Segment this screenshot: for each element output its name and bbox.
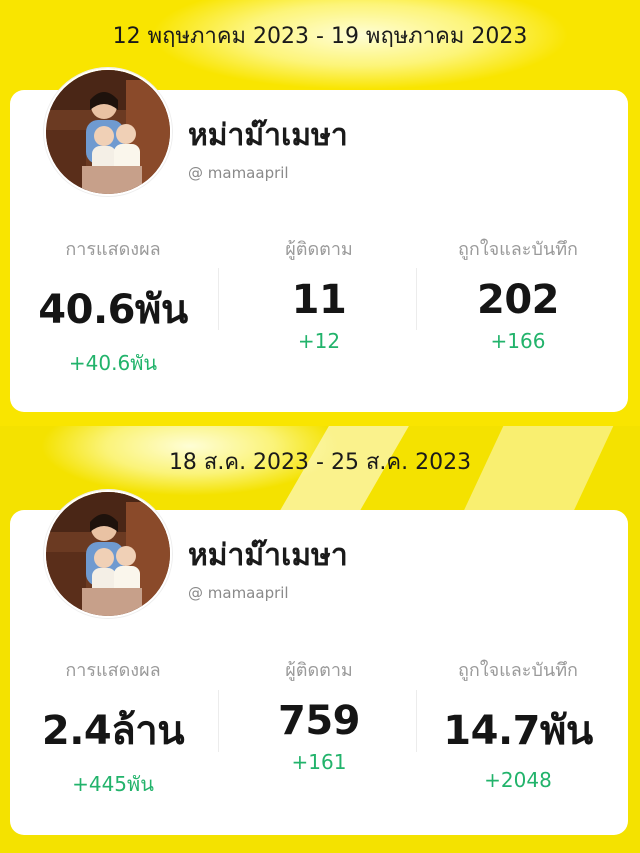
profile-stats-card: หม่าม๊าเมษา @ mamaapril การแสดงผล 2.4ล้า… bbox=[10, 490, 628, 835]
stat-value: 11 bbox=[291, 277, 347, 323]
avatar-photo-icon bbox=[46, 70, 170, 194]
profile-name: หม่าม๊าเมษา bbox=[188, 118, 348, 153]
date-range-title: 12 พฤษภาคม 2023 - 19 พฤษภาคม 2023 bbox=[112, 24, 528, 49]
stat-label: ผู้ติดตาม bbox=[285, 239, 353, 260]
stat-label: ถูกใจและบันทึก bbox=[458, 239, 578, 260]
stat-delta: +2048 bbox=[484, 768, 552, 792]
stat-delta: +161 bbox=[291, 750, 347, 774]
stat-followers: ผู้ติดตาม 11 +12 bbox=[216, 234, 422, 353]
stat-value: 759 bbox=[278, 698, 361, 744]
profile-stats-card: หม่าม๊าเมษา @ mamaapril การแสดงผล 40.6พั… bbox=[10, 68, 628, 412]
stat-value: 40.6พัน bbox=[38, 287, 188, 333]
stat-impressions: การแสดงผล 40.6พัน +40.6พัน bbox=[10, 234, 216, 379]
date-range-title: 18 ส.ค. 2023 - 25 ส.ค. 2023 bbox=[168, 450, 472, 475]
stat-label: ถูกใจและบันทึก bbox=[458, 660, 578, 681]
stat-delta: +445พัน bbox=[72, 772, 154, 796]
profile-avatar[interactable] bbox=[44, 490, 172, 618]
stat-followers: ผู้ติดตาม 759 +161 bbox=[216, 655, 422, 774]
stat-label: ผู้ติดตาม bbox=[285, 660, 353, 681]
period-section-2: 18 ส.ค. 2023 - 25 ส.ค. 2023 หม่าม๊าเมษา … bbox=[0, 426, 640, 853]
avatar-photo-icon bbox=[46, 492, 170, 616]
profile-name: หม่าม๊าเมษา bbox=[188, 538, 348, 573]
stat-impressions: การแสดงผล 2.4ล้าน +445พัน bbox=[10, 655, 216, 800]
stat-likes-saves: ถูกใจและบันทึก 14.7พัน +2048 bbox=[415, 655, 621, 792]
stat-label: การแสดงผล bbox=[65, 239, 161, 260]
stat-delta: +166 bbox=[490, 329, 546, 353]
profile-handle: @ mamaapril bbox=[188, 584, 289, 602]
stat-value: 202 bbox=[477, 277, 560, 323]
period-section-1: 12 พฤษภาคม 2023 - 19 พฤษภาคม 2023 หม่าม๊… bbox=[0, 0, 640, 426]
profile-avatar[interactable] bbox=[44, 68, 172, 196]
stat-value: 14.7พัน bbox=[443, 708, 593, 754]
stat-delta: +40.6พัน bbox=[68, 351, 158, 375]
stat-value: 2.4ล้าน bbox=[41, 708, 185, 754]
profile-handle: @ mamaapril bbox=[188, 164, 289, 182]
stat-likes-saves: ถูกใจและบันทึก 202 +166 bbox=[415, 234, 621, 353]
stat-label: การแสดงผล bbox=[65, 660, 161, 681]
stat-delta: +12 bbox=[297, 329, 341, 353]
